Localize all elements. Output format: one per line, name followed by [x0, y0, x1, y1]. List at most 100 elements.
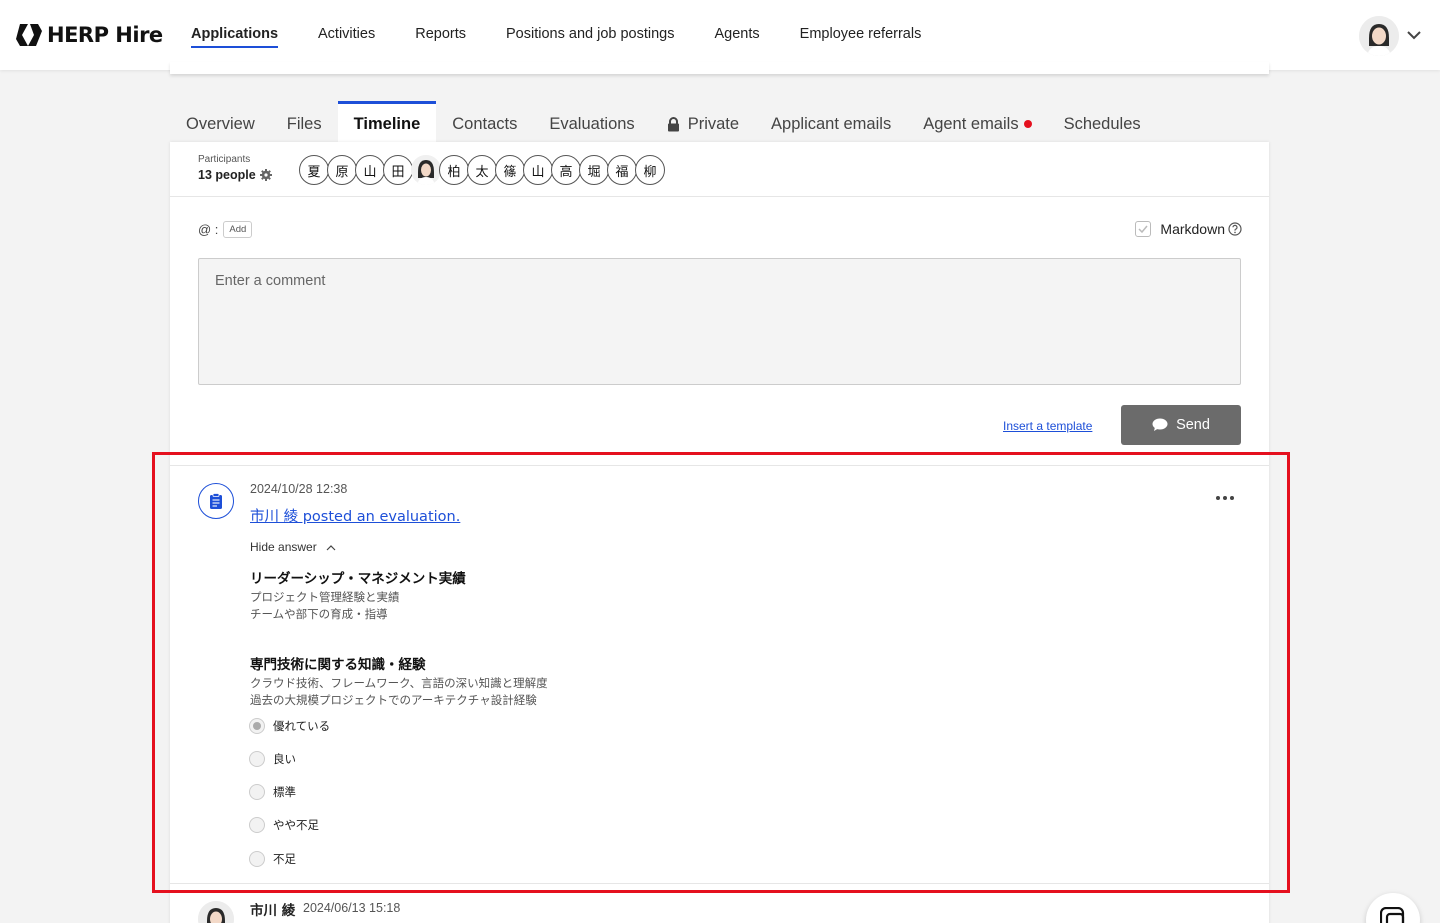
participant-avatar[interactable]: 田	[383, 155, 413, 185]
chat-window-icon	[1380, 907, 1405, 923]
participant-avatar[interactable]: 夏	[299, 155, 329, 185]
question-desc-line: チームや部下の育成・指導	[250, 607, 388, 621]
nav-activities[interactable]: Activities	[318, 26, 375, 48]
chevron-up-icon	[326, 544, 336, 550]
question-description: クラウド技術、フレームワーク、言語の深い知識と理解度 過去の大規模プロジェクトで…	[250, 675, 548, 709]
participants-count-text: 13 people	[198, 168, 256, 182]
participant-avatar[interactable]: 高	[551, 155, 581, 185]
markdown-toggle[interactable]: Markdown	[1135, 221, 1242, 237]
radio-unselected	[249, 784, 265, 800]
user-avatar-icon	[1359, 16, 1399, 56]
nav-employee-referrals[interactable]: Employee referrals	[800, 26, 922, 48]
main-nav: Applications Activities Reports Position…	[191, 26, 961, 48]
question-description: プロジェクト管理経験と実績 チームや部下の育成・指導	[250, 589, 400, 623]
summary-card-edge	[170, 62, 1269, 74]
brand-logo[interactable]: HERP Hire	[16, 22, 163, 48]
tab-label: Private	[687, 115, 740, 133]
question-desc-line: プロジェクト管理経験と実績	[250, 590, 400, 604]
send-label: Send	[1176, 417, 1210, 433]
chat-bubble-icon	[1152, 418, 1168, 431]
tab-label: Evaluations	[549, 115, 635, 133]
answer-option: 優れている	[249, 718, 330, 734]
timeline-panel: Participants 13 people 夏 原 山 田 柏 太 篠 山 高…	[170, 142, 1269, 923]
evaluation-timestamp: 2024/10/28 12:38	[250, 482, 348, 496]
floating-action-button[interactable]	[1366, 893, 1420, 923]
participant-avatar[interactable]: 原	[327, 155, 357, 185]
nav-applications[interactable]: Applications	[191, 26, 279, 48]
author-avatar	[198, 901, 234, 923]
participant-avatar[interactable]: 柏	[439, 155, 469, 185]
tab-label: Applicant emails	[771, 115, 892, 133]
applicant-tabs: Overview Files Timeline Contacts Evaluat…	[170, 101, 1157, 142]
participant-avatar[interactable]: 堀	[579, 155, 609, 185]
add-mention-button[interactable]: Add	[223, 221, 253, 238]
divider	[170, 196, 1269, 197]
nav-reports[interactable]: Reports	[415, 26, 466, 48]
tab-label: Contacts	[452, 115, 518, 133]
chevron-down-icon[interactable]	[1406, 28, 1422, 42]
evaluation-clipboard-icon	[198, 483, 234, 519]
markdown-label: Markdown	[1160, 221, 1225, 237]
participants-label: Participants	[198, 154, 251, 165]
tab-agent-emails[interactable]: Agent emails	[907, 101, 1047, 142]
divider	[170, 883, 1269, 884]
markdown-checkbox[interactable]	[1135, 221, 1152, 237]
tab-overview[interactable]: Overview	[170, 101, 271, 142]
nav-positions[interactable]: Positions and job postings	[506, 26, 674, 48]
question-desc-line: クラウド技術、フレームワーク、言語の深い知識と理解度	[250, 676, 548, 690]
question-desc-line: 過去の大規模プロジェクトでのアーキテクチャ設計経験	[250, 693, 537, 707]
tab-schedules[interactable]: Schedules	[1048, 101, 1157, 142]
participant-avatars: 夏 原 山 田 柏 太 篠 山 高 堀 福 柳	[299, 155, 665, 185]
hide-answer-label: Hide answer	[250, 540, 317, 554]
hide-answer-toggle[interactable]: Hide answer	[250, 540, 336, 554]
insert-template-link[interactable]: Insert a template	[1003, 419, 1092, 433]
tab-label: Files	[286, 115, 322, 133]
divider	[170, 465, 1269, 466]
question-title: リーダーシップ・マネジメント実績	[250, 571, 466, 587]
mention-row: @ : Add	[198, 221, 253, 238]
more-options-icon[interactable]	[1215, 494, 1235, 502]
tab-label: Overview	[186, 115, 255, 133]
help-icon[interactable]	[1228, 222, 1242, 236]
participant-avatar[interactable]: 山	[355, 155, 385, 185]
lock-icon	[667, 117, 679, 132]
participants-count[interactable]: 13 people	[198, 168, 272, 182]
nav-agents[interactable]: Agents	[715, 26, 760, 48]
check-icon	[1138, 225, 1148, 234]
participant-avatar[interactable]: 山	[523, 155, 553, 185]
participant-avatar[interactable]: 柳	[635, 155, 665, 185]
answer-option: 良い	[249, 751, 296, 767]
participant-avatar[interactable]: 太	[467, 155, 497, 185]
entry-timestamp: 2024/06/13 15:18	[303, 901, 401, 915]
participant-photo-avatar[interactable]	[411, 155, 441, 185]
brand-name: HERP Hire	[47, 23, 163, 47]
option-label: 優れている	[273, 719, 331, 733]
radio-unselected	[249, 817, 265, 833]
participants-summary: Participants 13 people	[198, 154, 272, 182]
tab-evaluations[interactable]: Evaluations	[533, 101, 650, 142]
tab-timeline[interactable]: Timeline	[337, 101, 437, 142]
top-nav: HERP Hire Applications Activities Report…	[0, 0, 1440, 70]
tab-private[interactable]: Private	[651, 101, 755, 142]
herp-logo-icon	[16, 24, 42, 46]
mention-prefix: @ :	[198, 222, 219, 237]
tab-label: Timeline	[353, 115, 421, 133]
tab-label: Agent emails	[923, 115, 1019, 133]
tab-files[interactable]: Files	[271, 101, 338, 142]
evaluation-title-link[interactable]: 市川 綾 posted an evaluation.	[250, 505, 460, 526]
author-name: 市川 綾	[250, 903, 296, 919]
option-label: 標準	[273, 785, 296, 799]
comment-input[interactable]: Enter a comment	[198, 258, 1241, 385]
option-label: 不足	[273, 852, 296, 866]
participant-avatar[interactable]: 篠	[495, 155, 525, 185]
tab-contacts[interactable]: Contacts	[436, 101, 533, 142]
clipboard-icon	[210, 493, 222, 509]
send-button[interactable]: Send	[1121, 405, 1241, 445]
participant-avatar[interactable]: 福	[607, 155, 637, 185]
user-avatar[interactable]	[1359, 16, 1399, 56]
tab-label: Schedules	[1063, 115, 1141, 133]
radio-selected	[249, 718, 265, 734]
radio-unselected	[249, 851, 265, 867]
tab-applicant-emails[interactable]: Applicant emails	[755, 101, 907, 142]
gear-icon[interactable]	[259, 169, 272, 181]
